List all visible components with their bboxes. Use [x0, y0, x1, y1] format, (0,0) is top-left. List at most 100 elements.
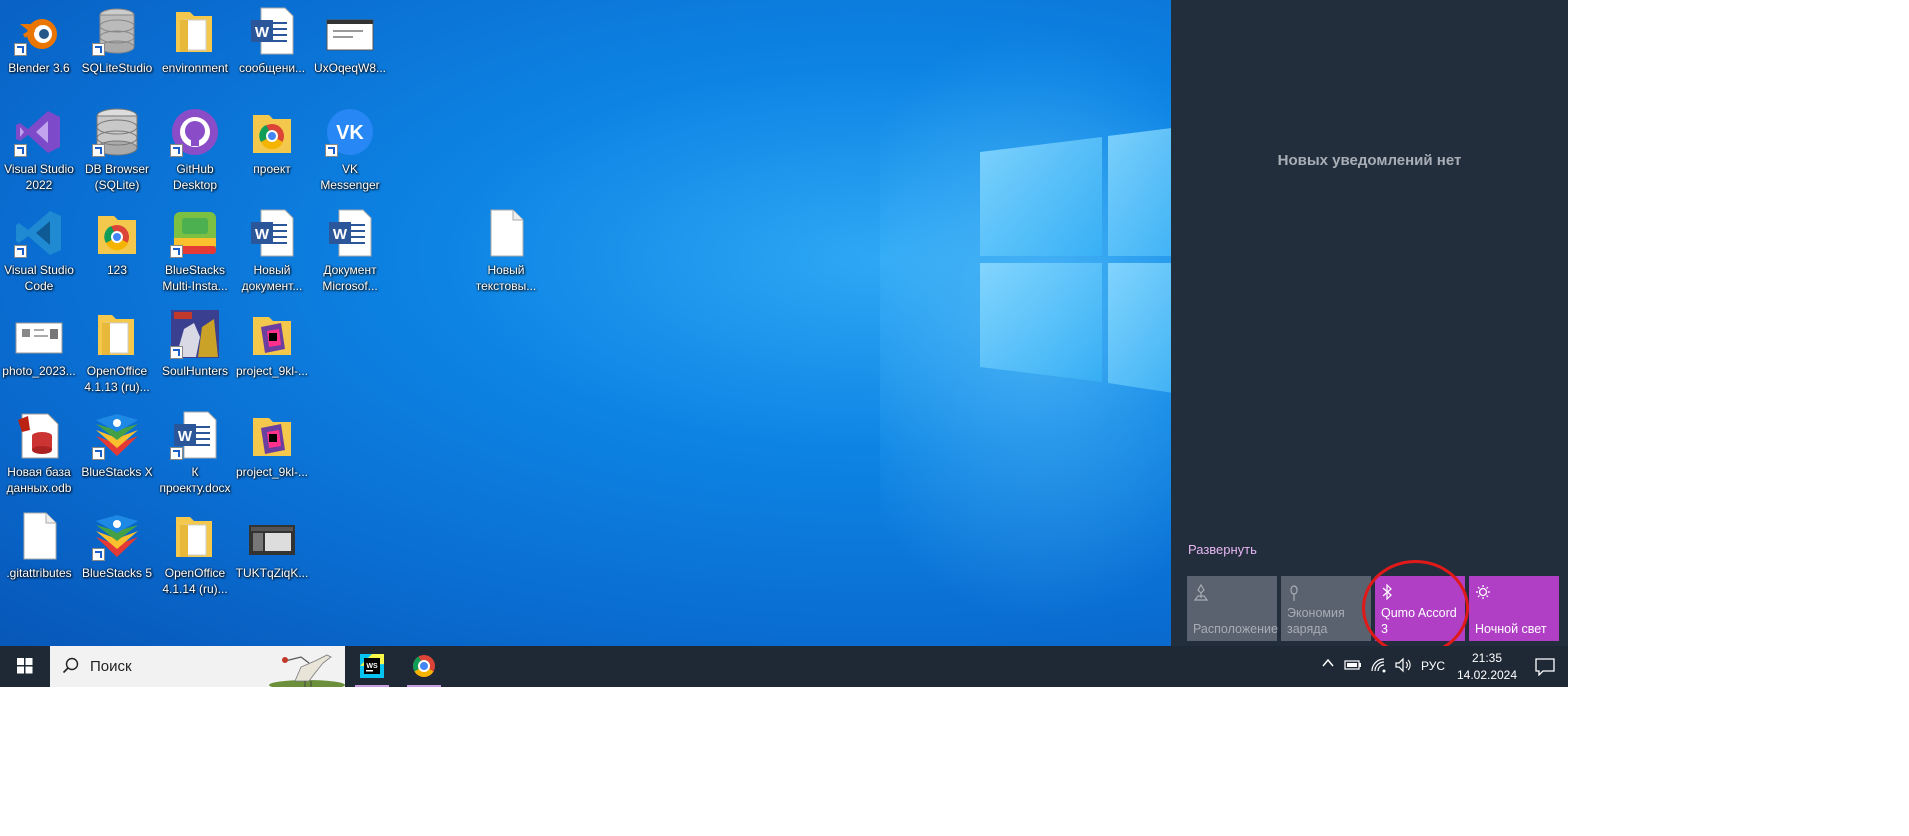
volume-icon[interactable] — [1394, 657, 1412, 676]
start-button[interactable] — [0, 646, 50, 687]
desktop-icon-openoffice-4114[interactable]: OpenOffice 4.1.14 (ru)... — [156, 505, 234, 601]
desktop-icon-sqlitestudio[interactable]: SQLiteStudio — [78, 0, 156, 96]
desktop[interactable]: Blender 3.6 Visual Studio 2022 Visual St… — [0, 0, 1171, 646]
desktop-icon-tuktqziqk[interactable]: TUKTqZiqK... — [233, 505, 311, 601]
search-highlight-illustration — [269, 654, 345, 687]
desktop-icon-label: Документ Microsof... — [322, 263, 378, 293]
desktop-icon-label: DB Browser (SQLite) — [84, 162, 149, 192]
search-icon — [62, 657, 79, 674]
github-icon — [170, 107, 220, 157]
taskbar-app-webstorm[interactable]: WS — [349, 646, 395, 687]
desktop-icon-db-browser[interactable]: DB Browser (SQLite) — [78, 101, 156, 197]
clock-date: 14.02.2024 — [1456, 668, 1518, 682]
show-hidden-icons-chevron-icon[interactable] — [1321, 656, 1335, 673]
desktop-icon-label: VK Messenger — [320, 162, 380, 192]
desktop-icon-blender[interactable]: Blender 3.6 — [0, 0, 78, 96]
desktop-icon-label: OpenOffice 4.1.14 (ru)... — [162, 566, 228, 596]
game-icon — [170, 309, 220, 359]
battery-icon[interactable] — [1344, 658, 1362, 675]
desktop-icon-vscode[interactable]: Visual Studio Code — [0, 202, 78, 298]
desktop-icon-github-desktop[interactable]: GitHub Desktop — [156, 101, 234, 197]
quick-action-label: Экономия заряда — [1287, 606, 1345, 636]
desktop-icon-novyi-dokument[interactable]: W Новый документ... — [233, 202, 311, 298]
visual-studio-icon — [14, 107, 64, 157]
action-center-panel: Новых уведомлений нет Развернуть Располо… — [1171, 0, 1568, 646]
desktop-icon-novyi-tekstovyi[interactable]: Новый текстовы... — [467, 202, 545, 298]
chrome-icon — [413, 655, 435, 677]
desktop-icon-label: 123 — [106, 263, 128, 277]
quick-action-bluetooth[interactable]: Qumo Accord 3 — [1375, 576, 1465, 641]
desktop-icon-dokument-microsoft[interactable]: W Документ Microsof... — [311, 202, 389, 298]
shortcut-arrow-icon — [325, 144, 338, 157]
jetbrains-folder-icon — [247, 309, 297, 359]
image-thumbnail-icon — [14, 309, 64, 359]
desktop-icon-label: Новый текстовы... — [475, 263, 537, 293]
folder-icon — [170, 6, 220, 56]
quick-action-label: Qumo Accord 3 — [1381, 606, 1457, 636]
taskbar-clock[interactable]: 21:35 14.02.2024 — [1456, 650, 1518, 684]
quick-action-night-light[interactable]: Ночной свет — [1469, 576, 1559, 641]
desktop-icon-proekt[interactable]: проект — [233, 101, 311, 197]
desktop-icon-bluestacks-multi[interactable]: BlueStacks Multi-Insta... — [156, 202, 234, 298]
word-doc-icon: W — [247, 6, 297, 56]
taskbar: Поиск WS РУС 21:35 14.02.2024 — [0, 646, 1568, 687]
desktop-icon-soobshcheniya[interactable]: W сообщени... — [233, 0, 311, 96]
desktop-icon-label: TUKTqZiqK... — [235, 566, 309, 580]
desktop-icon-label: сообщени... — [238, 61, 306, 75]
quick-action-label: Расположение — [1193, 622, 1278, 636]
word-doc-icon: W — [247, 208, 297, 258]
image-thumbnail-icon — [247, 511, 297, 561]
night-light-icon — [1475, 584, 1491, 604]
desktop-icon-uxoqeqw8[interactable]: UxOqeqW8... — [311, 0, 389, 96]
desktop-icon-123[interactable]: 123 — [78, 202, 156, 298]
blender-icon — [14, 6, 64, 56]
desktop-icon-project-9kl-2[interactable]: project_9kl-... — [233, 404, 311, 500]
desktop-icon-environment[interactable]: environment — [156, 0, 234, 96]
active-app-indicator — [407, 685, 441, 687]
shortcut-arrow-icon — [170, 447, 183, 460]
taskbar-app-chrome[interactable] — [401, 646, 447, 687]
desktop-icon-visual-studio-2022[interactable]: Visual Studio 2022 — [0, 101, 78, 197]
desktop-icon-k-proektu[interactable]: W К проекту.docx — [156, 404, 234, 500]
desktop-icon-label: BlueStacks X — [81, 465, 153, 479]
shortcut-arrow-icon — [170, 245, 183, 258]
wifi-icon[interactable] — [1370, 657, 1388, 676]
desktop-icon-openoffice-4113[interactable]: OpenOffice 4.1.13 (ru)... — [78, 303, 156, 399]
desktop-icon-label: SoulHunters — [161, 364, 229, 378]
database-icon — [92, 6, 142, 56]
shortcut-arrow-icon — [92, 144, 105, 157]
quick-action-label: Ночной свет — [1475, 622, 1547, 636]
desktop-icon-soulhunters[interactable]: SoulHunters — [156, 303, 234, 399]
desktop-icon-label: SQLiteStudio — [81, 61, 153, 75]
search-placeholder: Поиск — [90, 658, 132, 675]
shortcut-arrow-icon — [92, 548, 105, 561]
desktop-icon-gitattributes[interactable]: .gitattributes — [0, 505, 78, 601]
desktop-icon-bluestacks-x[interactable]: BlueStacks X — [78, 404, 156, 500]
bluestacks-multi-icon — [170, 208, 220, 258]
desktop-icon-vk-messenger[interactable]: VK VK Messenger — [311, 101, 389, 197]
text-file-icon — [14, 511, 64, 561]
desktop-icon-label: project_9kl-... — [235, 364, 309, 378]
desktop-icon-project-9kl-1[interactable]: project_9kl-... — [233, 303, 311, 399]
desktop-icon-bluestacks-5[interactable]: BlueStacks 5 — [78, 505, 156, 601]
desktop-icon-photo[interactable]: photo_2023... — [0, 303, 78, 399]
input-language-indicator[interactable]: РУС — [1421, 659, 1445, 673]
location-icon — [1193, 583, 1209, 606]
quick-action-battery-saver[interactable]: Экономия заряда — [1281, 576, 1371, 641]
vk-icon: VK — [325, 107, 375, 157]
battery-saver-icon — [1287, 584, 1301, 606]
screen: Blender 3.6 Visual Studio 2022 Visual St… — [0, 0, 1568, 687]
odb-file-icon — [14, 410, 64, 460]
quick-action-location[interactable]: Расположение — [1187, 576, 1278, 641]
bluestacks-icon — [92, 511, 142, 561]
text-file-icon — [481, 208, 531, 258]
no-notifications-message: Новых уведомлений нет — [1277, 152, 1462, 169]
desktop-icon-new-database[interactable]: Новая база данных.odb — [0, 404, 78, 500]
desktop-icon-label: GitHub Desktop — [172, 162, 218, 192]
notifications-button[interactable] — [1522, 646, 1568, 687]
word-doc-icon: W — [325, 208, 375, 258]
image-thumbnail-icon — [325, 6, 375, 56]
taskbar-search-box[interactable]: Поиск — [50, 646, 345, 687]
desktop-icon-label: photo_2023... — [2, 364, 76, 378]
expand-quick-actions-link[interactable]: Развернуть — [1188, 542, 1257, 557]
